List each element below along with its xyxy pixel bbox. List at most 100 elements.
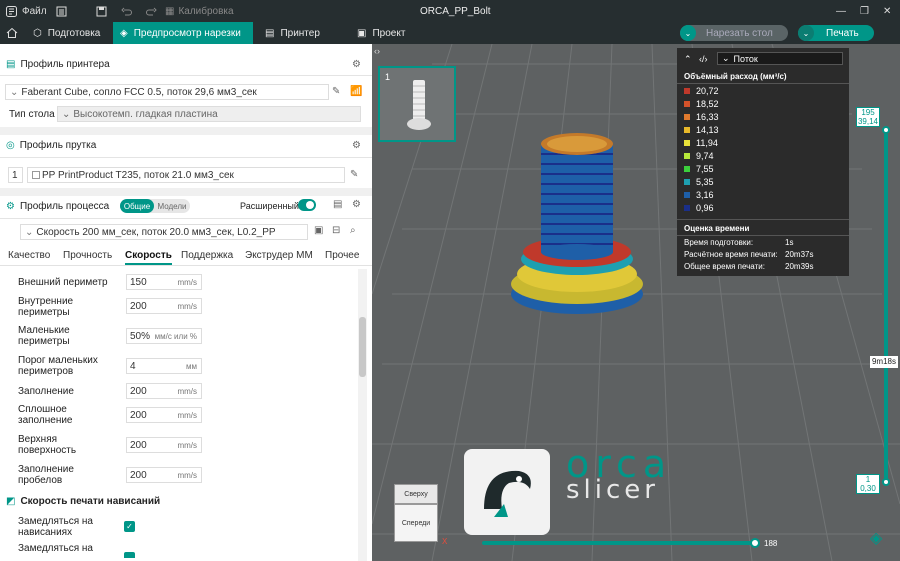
legend-value: 20,72: [696, 86, 719, 96]
settings-sliders-icon[interactable]: ⚙: [352, 199, 361, 210]
save-icon[interactable]: ▣: [314, 225, 323, 236]
subtab-quality[interactable]: Качество: [8, 250, 50, 261]
move-slider-thumb[interactable]: [750, 538, 760, 548]
plate-thumbnail[interactable]: 1: [378, 66, 456, 142]
process-profile-select[interactable]: ⌄ Скорость 200 мм_сек, поток 20.0 мм3_сек…: [20, 224, 308, 240]
overhang-icon: ◩: [6, 496, 16, 507]
subtab-strength[interactable]: Прочность: [63, 250, 112, 261]
maximize-icon[interactable]: ❐: [860, 0, 869, 22]
menu-icon[interactable]: [56, 0, 67, 22]
setting-unit: mm/s: [177, 277, 197, 287]
subtab-multimaterial[interactable]: Экструдер ММ: [245, 250, 313, 261]
slice-dropdown-icon[interactable]: ⌄: [680, 25, 696, 41]
code-icon[interactable]: ‹/›: [699, 54, 708, 64]
home-icon[interactable]: [6, 22, 18, 44]
setting-value: 200: [130, 439, 147, 451]
file-menu[interactable]: Файл: [22, 0, 47, 22]
edit-icon[interactable]: ✎: [332, 86, 340, 97]
reset-icon[interactable]: ⊟: [332, 225, 340, 236]
wifi-icon[interactable]: 📶: [350, 86, 362, 97]
calibration-menu[interactable]: ▦ Калибровка: [165, 0, 234, 22]
printer-profile-title: Профиль принтера: [20, 58, 110, 70]
view-top-face[interactable]: Сверху: [394, 484, 438, 504]
view-front-face[interactable]: Спереди: [394, 504, 438, 542]
tab-prepare[interactable]: ⬡ Подготовка: [26, 22, 112, 44]
print-button[interactable]: ⌄ Печать: [798, 25, 874, 41]
setting-label: Заполнение: [18, 386, 74, 397]
minimize-icon[interactable]: ―: [836, 0, 846, 22]
printer-icon: ▤: [265, 27, 275, 39]
filament-profile-select[interactable]: PP PrintProduct T235, поток 21.0 мм3_сек: [27, 167, 345, 183]
layer-top-thumb[interactable]: [882, 126, 890, 134]
setting-input[interactable]: 200 mm/s: [126, 383, 202, 399]
color-swatch: [684, 140, 690, 146]
chevron-down-icon: ⌄: [722, 53, 730, 63]
print-dropdown-icon[interactable]: ⌄: [798, 25, 814, 41]
setting-input[interactable]: 50% мм/с или %: [126, 328, 202, 344]
legend-item: 5,35: [684, 177, 714, 187]
view-cube[interactable]: Сверху Спереди: [394, 484, 438, 542]
calc-time-label: Расчётное время печати:: [684, 250, 778, 259]
tab-slice-preview[interactable]: ◈ Предпросмотр нарезки: [113, 22, 253, 44]
settings-sliders-icon[interactable]: ⚙: [352, 59, 361, 70]
subtab-others[interactable]: Прочее: [325, 250, 359, 261]
legend-item: 7,55: [684, 164, 714, 174]
setting-input[interactable]: 200 mm/s: [126, 437, 202, 453]
setting-input[interactable]: 200 mm/s: [126, 298, 202, 314]
redo-icon[interactable]: [146, 0, 157, 22]
subtab-speed[interactable]: Скорость: [125, 250, 172, 265]
settings-sliders-icon[interactable]: ⚙: [352, 140, 361, 151]
legend-value: 3,16: [696, 190, 714, 200]
compare-icon[interactable]: ▤: [333, 199, 342, 210]
setting-input[interactable]: 200 mm/s: [126, 407, 202, 423]
title-bar: Файл ▦ Калибровка ORCA_PP_Bolt ― ❐ ✕: [0, 0, 900, 22]
setting-input[interactable]: 4 мм: [126, 358, 202, 374]
color-swatch: [684, 192, 690, 198]
setting-input[interactable]: 150 mm/s: [126, 274, 202, 290]
search-icon[interactable]: ⌕: [350, 225, 356, 236]
move-slider-value: 188: [764, 539, 778, 548]
printer-profile-value: Faberant Cube, сопло FCC 0.5, поток 29,6…: [21, 86, 257, 98]
setting-value: 50%: [130, 330, 151, 342]
toggle-global[interactable]: Общие: [120, 199, 154, 213]
scope-toggle[interactable]: Общие Модели: [120, 199, 190, 213]
save-icon[interactable]: [96, 0, 107, 22]
toggle-objects[interactable]: Модели: [156, 199, 188, 213]
setting-input[interactable]: 200 mm/s: [126, 467, 202, 483]
divider: [0, 75, 372, 76]
collapse-legend-icon[interactable]: ⌃: [684, 54, 692, 65]
color-swatch: [684, 88, 690, 94]
legend-item: 11,94: [684, 138, 718, 148]
bed-type-select[interactable]: ⌄ Высокотемп. гладкая пластина: [57, 106, 361, 122]
tab-printer-label: Принтер: [280, 27, 320, 39]
advanced-toggle[interactable]: [298, 199, 316, 211]
legend-item: 18,52: [684, 99, 719, 109]
move-slider-track[interactable]: [482, 541, 754, 545]
slow-overhang-checkbox[interactable]: ✓: [124, 521, 135, 532]
legend-item: 0,96: [684, 203, 714, 213]
setting-value: 200: [130, 469, 147, 481]
scrollbar-thumb[interactable]: [359, 317, 366, 377]
layer-slider-track[interactable]: [884, 134, 888, 480]
filament-slot-number[interactable]: 1: [8, 167, 23, 183]
logo-text-slicer: slicer: [566, 475, 659, 505]
sidebar-scrollbar[interactable]: [358, 269, 367, 561]
tab-printer[interactable]: ▤ Принтер: [265, 22, 320, 44]
layer-bottom-thumb[interactable]: [882, 478, 890, 486]
setting-value: 150: [130, 276, 147, 288]
setting-label: Порог маленьких периметров: [18, 355, 98, 377]
checkbox-partial[interactable]: [124, 552, 135, 558]
setting-value: 4: [130, 360, 136, 372]
printer-profile-select[interactable]: ⌄ Faberant Cube, сопло FCC 0.5, поток 29,…: [5, 84, 329, 100]
undo-icon[interactable]: [121, 0, 132, 22]
process-profile-value: Скорость 200 мм_сек, поток 20.0 мм3_сек,…: [36, 226, 276, 238]
divider: [677, 219, 849, 220]
subtab-support[interactable]: Поддержка: [181, 250, 233, 261]
layers-stack-icon[interactable]: ◈: [870, 528, 882, 548]
edit-icon[interactable]: ✎: [350, 169, 358, 180]
slice-plate-button[interactable]: ⌄ Нарезать стол: [680, 25, 788, 41]
close-icon[interactable]: ✕: [883, 0, 891, 22]
view-type-select[interactable]: ⌄ Поток: [717, 52, 843, 65]
tab-project[interactable]: ▣ Проект: [357, 22, 405, 44]
collapse-sidebar-icon[interactable]: ‹›: [374, 46, 380, 56]
